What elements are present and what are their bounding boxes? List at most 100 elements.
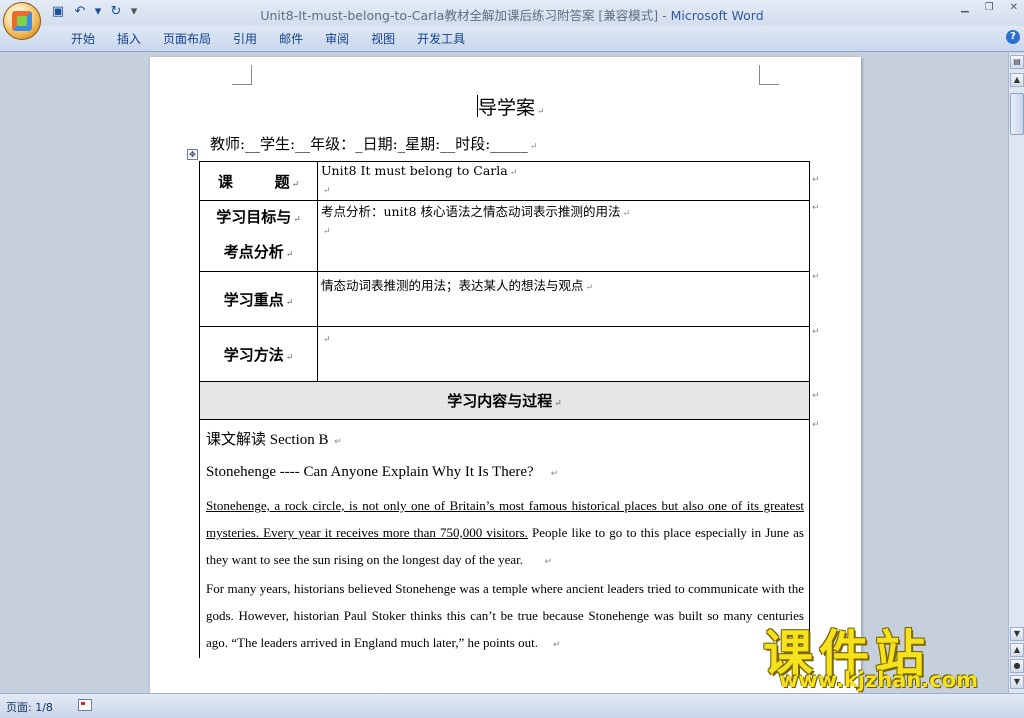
section-header-cell[interactable]: 学习内容与过程 ↵	[199, 381, 810, 420]
row-end-mark: ↵	[812, 327, 820, 337]
tab-developer[interactable]: 开发工具	[406, 30, 476, 48]
paragraph-text: For many years, historians believed Ston…	[206, 581, 804, 650]
section-label: 课文解读 Section B ↵	[206, 428, 804, 454]
value-text: 考点分析：unit8 核心语法之情态动词表示推测的用法	[321, 204, 621, 219]
ruler-toggle-icon[interactable]: ▤	[1010, 55, 1024, 69]
paragraph-mark: ↵	[323, 227, 331, 237]
page-title: 导学案 ↵	[478, 93, 545, 120]
restore-icon[interactable]: ❐	[985, 2, 994, 13]
table-row: 学习重点 ↵ 情态动词表推测的用法；表达某人的想法与观点 ↵	[199, 271, 810, 327]
tab-home[interactable]: 开始	[60, 30, 106, 48]
paragraph-mark: ↵	[509, 168, 518, 178]
paragraph-mark: ↵	[323, 186, 331, 196]
paragraph-mark: ↵	[552, 639, 561, 649]
help-icon[interactable]: ?	[1006, 30, 1020, 44]
info-line-text: 教师:__学生:__年级：_日期:_星期:__时段:_____	[210, 135, 528, 153]
tab-mailings[interactable]: 邮件	[268, 30, 314, 48]
tab-page-layout[interactable]: 页面布局	[152, 30, 222, 48]
row-label-key-points[interactable]: 学习重点 ↵	[199, 271, 318, 327]
crop-mark-left	[232, 65, 252, 85]
proofing-icon[interactable]	[78, 699, 92, 711]
document-name: Unit8-It-must-belong-to-Carla教材全解加课后练习附答…	[260, 8, 659, 23]
window-controls: ▁ ❐ ✕	[961, 2, 1018, 13]
info-line: 教师:__学生:__年级：_日期:_星期:__时段:_____ ↵	[210, 133, 537, 154]
paragraph-mark: ↵	[285, 250, 294, 260]
paragraph-mark: ↵	[544, 556, 553, 566]
row-end-mark: ↵	[812, 391, 820, 401]
label-text: 学习目标与	[216, 208, 292, 226]
tab-references[interactable]: 引用	[222, 30, 268, 48]
app-name: Microsoft Word	[670, 8, 764, 23]
label-text: 学习重点	[223, 290, 284, 309]
section-header-text: 学习内容与过程	[447, 392, 553, 410]
tab-review[interactable]: 审阅	[314, 30, 360, 48]
paragraph-mark: ↵	[622, 209, 631, 219]
table-row: 学习方法 ↵ ↵	[199, 326, 810, 382]
close-icon[interactable]: ✕	[1010, 2, 1018, 13]
tab-insert[interactable]: 插入	[106, 30, 152, 48]
row-label-objectives[interactable]: 学习目标与 ↵ 考点分析 ↵	[199, 200, 318, 272]
document-workspace: 导学案 ↵ 教师:__学生:__年级：_日期:_星期:__时段:_____ ↵ ✥ …	[0, 53, 1008, 693]
passage-heading-text: Stonehenge ---- Can Anyone Explain Why I…	[206, 464, 534, 480]
status-bar: 页面: 1/8	[0, 693, 1024, 718]
vertical-scrollbar[interactable]: ▤ ▲ ▼ ▲ ● ▼	[1008, 53, 1024, 693]
previous-page-icon[interactable]: ▲	[1010, 643, 1024, 657]
value-text: Unit8 It must belong to Carla	[321, 163, 508, 178]
scroll-thumb[interactable]	[1010, 93, 1024, 135]
passage-heading: Stonehenge ---- Can Anyone Explain Why I…	[206, 464, 804, 492]
value-text: 情态动词表推测的用法；表达某人的想法与观点	[321, 278, 584, 293]
table-row: 课 题 ↵ Unit8 It must belong to Carla ↵ ↵	[199, 161, 810, 201]
paragraph-mark: ↵	[291, 179, 300, 190]
row-end-mark: ↵	[812, 175, 820, 185]
row-value-key-points[interactable]: 情态动词表推测的用法；表达某人的想法与观点 ↵	[317, 271, 810, 327]
office-logo-icon	[12, 11, 32, 31]
title-bar: ▣ ↶ ▾ ↻ ▾ Unit8-It-must-belong-to-Carla教…	[0, 0, 1024, 26]
paragraph-mark: ↵	[537, 107, 545, 117]
section-label-text: 课文解读 Section B	[206, 432, 329, 448]
row-end-mark: ↵	[812, 420, 820, 430]
browse-object-icon[interactable]: ●	[1010, 659, 1024, 673]
crop-mark-right	[759, 65, 779, 85]
row-value-methods[interactable]: ↵	[317, 326, 810, 382]
ribbon: 开始 插入 页面布局 引用 邮件 审阅 视图 开发工具 ?	[0, 26, 1024, 52]
minimize-icon[interactable]: ▁	[961, 2, 969, 13]
tab-view[interactable]: 视图	[360, 30, 406, 48]
row-end-mark: ↵	[812, 203, 820, 213]
table-row: 学习目标与 ↵ 考点分析 ↵ 考点分析：unit8 核心语法之情态动词表示推测的用法 ↵…	[199, 200, 810, 272]
paragraph-mark: ↵	[334, 436, 342, 446]
row-value-objectives[interactable]: 考点分析：unit8 核心语法之情态动词表示推测的用法 ↵ ↵	[317, 200, 810, 272]
paragraph-mark: ↵	[285, 352, 294, 363]
paragraph-mark: ↵	[585, 283, 594, 293]
paragraph-mark: ↵	[529, 142, 538, 152]
title-separator: -	[658, 8, 671, 23]
row-end-mark: ↵	[812, 272, 820, 282]
passage-paragraph: Stonehenge, a rock circle, is not only o…	[206, 492, 804, 575]
document-page[interactable]: 导学案 ↵ 教师:__学生:__年级：_日期:_星期:__时段:_____ ↵ ✥ …	[150, 57, 861, 693]
paragraph-mark: ↵	[293, 215, 301, 225]
table-move-handle-icon[interactable]: ✥	[187, 149, 198, 160]
label-text: 学习方法	[223, 345, 284, 364]
label-text: 课 题	[217, 172, 290, 191]
window-title: Unit8-It-must-belong-to-Carla教材全解加课后练习附答…	[0, 5, 1024, 24]
page-counter[interactable]: 页面: 1/8	[6, 699, 53, 715]
table-row: 课文解读 Section B ↵ Stonehenge ---- Can Any…	[199, 419, 810, 658]
title-text: 导学案	[478, 97, 536, 119]
paragraph-mark: ↵	[285, 297, 294, 308]
row-label-topic[interactable]: 课 题 ↵	[199, 161, 318, 201]
office-button[interactable]	[3, 2, 41, 40]
row-label-methods[interactable]: 学习方法 ↵	[199, 326, 318, 382]
content-cell[interactable]: 课文解读 Section B ↵ Stonehenge ---- Can Any…	[199, 419, 810, 658]
lesson-content: 课文解读 Section B ↵ Stonehenge ---- Can Any…	[200, 420, 809, 658]
passage-paragraph: For many years, historians believed Ston…	[206, 575, 804, 658]
scroll-down-icon[interactable]: ▼	[1010, 627, 1024, 641]
ribbon-tabs: 开始 插入 页面布局 引用 邮件 审阅 视图 开发工具	[60, 30, 476, 48]
paragraph-mark: ↵	[554, 399, 562, 409]
paragraph-mark: ↵	[550, 468, 559, 478]
next-page-icon[interactable]: ▼	[1010, 675, 1024, 689]
row-value-topic[interactable]: Unit8 It must belong to Carla ↵ ↵	[317, 161, 810, 201]
lesson-table: 课 题 ↵ Unit8 It must belong to Carla ↵ ↵ 学习目…	[199, 161, 810, 658]
scroll-up-icon[interactable]: ▲	[1010, 73, 1024, 87]
label-text: 考点分析	[223, 243, 284, 261]
table-row: 学习内容与过程 ↵	[199, 381, 810, 420]
paragraph-mark: ↵	[323, 335, 331, 345]
